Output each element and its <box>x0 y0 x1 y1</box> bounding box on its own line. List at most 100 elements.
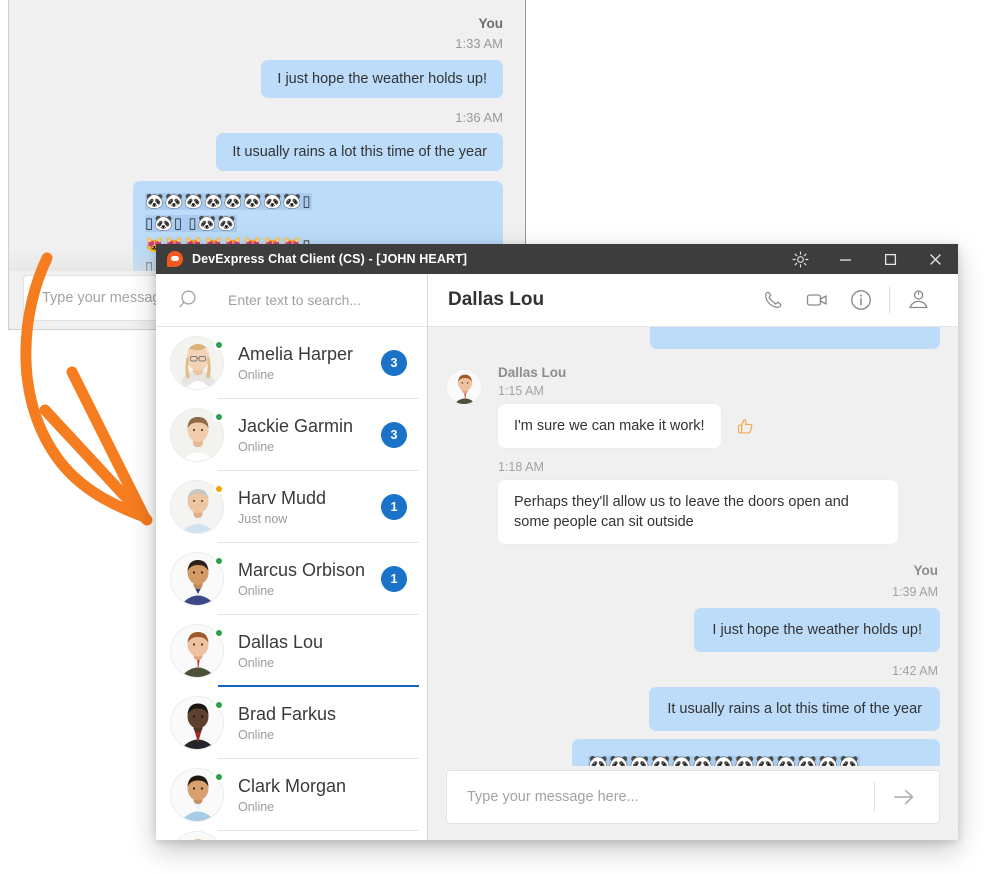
chat-bubble-logo-icon <box>167 251 183 267</box>
contact-name: Clark Morgan <box>238 776 413 797</box>
incoming-body: Dallas Lou 1:15 AM I'm sure we can make … <box>498 365 940 544</box>
contact-status: Online <box>238 728 413 742</box>
close-button[interactable] <box>913 244 958 274</box>
contact-item-marcus-orbison[interactable]: Marcus Orbison Online 1 <box>156 543 427 615</box>
send-button[interactable] <box>875 777 933 817</box>
outgoing-emoji-bubble[interactable]: 🐼🐼🐼🐼🐼🐼🐼🐼🐼🐼🐼🐼🐼 😻😻😻😻😻😻😻😻😻 <box>572 739 940 766</box>
contact-name: Amelia Harper <box>238 344 381 365</box>
composer-area: Type your message here... <box>428 766 958 840</box>
contact-status: Online <box>238 656 413 670</box>
maximize-button[interactable] <box>868 244 913 274</box>
video-camera-icon <box>805 288 829 312</box>
outgoing-message-row: It usually rains a lot this time of the … <box>446 687 940 731</box>
unread-badge: 1 <box>381 566 407 592</box>
search-input[interactable]: Enter text to search... <box>228 292 361 308</box>
incoming-timestamp: 1:15 AM <box>498 384 940 398</box>
unread-badge: 1 <box>381 494 407 520</box>
minimize-button[interactable] <box>823 244 868 274</box>
search-icon <box>178 288 202 312</box>
outgoing-meta: You 1:39 AM <box>446 560 940 602</box>
contact-list[interactable]: Amelia Harper Online 3 <box>156 327 427 840</box>
background-message-list: You 1:33 AM I just hope the weather hold… <box>9 0 525 278</box>
incoming-message-bubble[interactable]: Perhaps they'll allow us to leave the do… <box>498 480 898 544</box>
contact-status: Just now <box>238 512 381 526</box>
background-message-row: It usually rains a lot this time of the … <box>31 133 503 171</box>
scrolled-message-clip <box>446 327 940 349</box>
incoming-message-group: Dallas Lou 1:15 AM I'm sure we can make … <box>446 365 940 544</box>
outgoing-meta: 1:42 AM <box>446 661 940 681</box>
window-titlebar[interactable]: DevExpress Chat Client (CS) - [JOHN HEAR… <box>156 244 958 274</box>
avatar-wrapper <box>170 480 224 534</box>
background-emoji-line-1: 🐼🐼🐼🐼🐼🐼🐼🐼▯ <box>145 193 312 210</box>
contacts-sidebar: Enter text to search... <box>156 274 428 840</box>
sender-avatar <box>446 369 482 405</box>
contact-status: Online <box>238 800 413 814</box>
chat-info-button[interactable] <box>839 280 883 320</box>
message-composer[interactable]: Type your message here... <box>446 770 940 824</box>
contact-status: Online <box>238 584 381 598</box>
emoji-line-pandas: 🐼🐼🐼🐼🐼🐼🐼🐼🐼🐼🐼🐼🐼 <box>588 756 860 766</box>
contact-item-partial[interactable] <box>156 831 427 840</box>
chat-client-window: DevExpress Chat Client (CS) - [JOHN HEAR… <box>156 244 958 840</box>
phone-icon <box>762 289 784 311</box>
contact-text: Harv Mudd Just now <box>238 488 381 526</box>
partial-message-bubble <box>650 327 940 349</box>
contact-name: Marcus Orbison <box>238 560 381 581</box>
contact-text: Brad Farkus Online <box>238 704 413 742</box>
background-message-bubble: It usually rains a lot this time of the … <box>216 133 503 171</box>
chat-panel: Dallas Lou <box>428 274 958 840</box>
minimize-icon <box>839 253 852 266</box>
voice-call-button[interactable] <box>751 280 795 320</box>
contact-text: Amelia Harper Online <box>238 344 381 382</box>
incoming-message-row: Perhaps they'll allow us to leave the do… <box>498 480 940 544</box>
contact-item-dallas-lou[interactable]: Dallas Lou Online <box>156 615 427 687</box>
outgoing-timestamp: 1:39 AM <box>446 582 938 602</box>
contact-name: Harv Mudd <box>238 488 381 509</box>
unread-badge: 3 <box>381 422 407 448</box>
background-message-meta: You 1:33 AM <box>31 14 503 54</box>
thumbs-up-icon[interactable] <box>735 416 756 437</box>
incoming-timestamp: 1:18 AM <box>498 460 940 474</box>
outgoing-message-bubble[interactable]: I just hope the weather holds up! <box>694 608 940 652</box>
background-timestamp: 1:33 AM <box>31 34 503 54</box>
theme-toggle-button[interactable] <box>778 244 823 274</box>
incoming-message-row: I'm sure we can make it work! <box>498 404 940 448</box>
background-timestamp: 1:36 AM <box>31 108 503 128</box>
window-body: Enter text to search... <box>156 274 958 840</box>
contact-item-brad-farkus[interactable]: Brad Farkus Online <box>156 687 427 759</box>
outgoing-message-bubble[interactable]: It usually rains a lot this time of the … <box>649 687 940 731</box>
contact-profile-button[interactable] <box>896 280 940 320</box>
background-message-bubble: I just hope the weather holds up! <box>261 60 503 98</box>
contact-name: Brad Farkus <box>238 704 413 725</box>
avatar-wrapper <box>170 768 224 822</box>
outgoing-message-row: 🐼🐼🐼🐼🐼🐼🐼🐼🐼🐼🐼🐼🐼 😻😻😻😻😻😻😻😻😻 <box>446 739 940 766</box>
contact-name: Jackie Garmin <box>238 416 381 437</box>
search-bar[interactable]: Enter text to search... <box>156 274 427 327</box>
presence-dot-online <box>214 772 224 782</box>
unread-badge: 3 <box>381 350 407 376</box>
presence-dot-online <box>214 628 224 638</box>
header-divider <box>889 287 890 313</box>
contact-text: Dallas Lou Online <box>238 632 413 670</box>
person-icon <box>906 288 930 312</box>
contact-name: Dallas Lou <box>238 632 413 653</box>
video-call-button[interactable] <box>795 280 839 320</box>
incoming-message-bubble[interactable]: I'm sure we can make it work! <box>498 404 721 448</box>
presence-dot-away <box>214 484 224 494</box>
contact-item-harv-mudd[interactable]: Harv Mudd Just now 1 <box>156 471 427 543</box>
avatar-wrapper <box>170 408 224 462</box>
arrow-right-icon <box>891 784 917 810</box>
background-message-meta: 1:36 AM <box>31 108 503 128</box>
presence-dot-online <box>214 412 224 422</box>
message-input[interactable]: Type your message here... <box>467 789 874 805</box>
window-title: DevExpress Chat Client (CS) - [JOHN HEAR… <box>192 252 467 266</box>
info-circle-icon <box>849 288 873 312</box>
contact-text: Clark Morgan Online <box>238 776 413 814</box>
close-icon <box>929 253 942 266</box>
contact-text: Marcus Orbison Online <box>238 560 381 598</box>
contact-item-jackie-garmin[interactable]: Jackie Garmin Online 3 <box>156 399 427 471</box>
contact-item-amelia-harper[interactable]: Amelia Harper Online 3 <box>156 327 427 399</box>
outgoing-sender-name: You <box>446 560 938 582</box>
message-list[interactable]: Dallas Lou 1:15 AM I'm sure we can make … <box>428 327 958 766</box>
contact-item-clark-morgan[interactable]: Clark Morgan Online <box>156 759 427 831</box>
